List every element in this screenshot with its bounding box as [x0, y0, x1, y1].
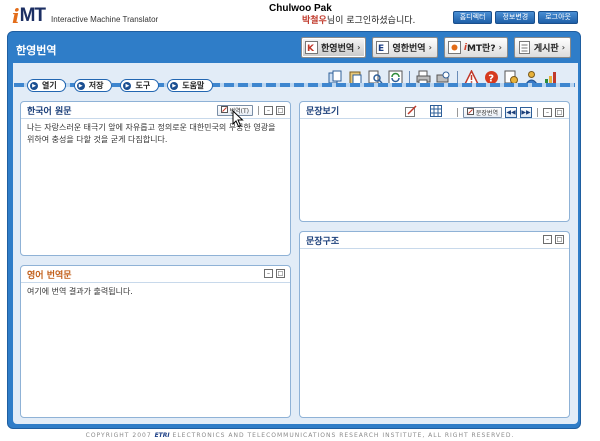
- sentence-structure-controls: – □: [543, 235, 564, 244]
- imt-logo[interactable]: i MT Interactive Machine Translator: [12, 4, 159, 28]
- menu-open-button[interactable]: ▶ 열기: [27, 79, 66, 92]
- edit-icon: [466, 108, 474, 117]
- next-icon[interactable]: ▶▶: [520, 107, 532, 118]
- edit-info-button[interactable]: 정보변경: [495, 11, 536, 24]
- sentence-translate-button[interactable]: 문장번역: [462, 107, 502, 118]
- controls-separator: [537, 108, 538, 117]
- board-icon: [518, 41, 531, 54]
- tab-korean-english[interactable]: K 한영번역 ›: [301, 37, 367, 58]
- sentence-translate-label: 문장번역: [475, 110, 498, 117]
- minimize-icon[interactable]: –: [543, 108, 552, 117]
- edit-icon: [220, 106, 228, 115]
- menu-help-button[interactable]: ▶ 도움말: [167, 79, 214, 92]
- edit-pencil-icon[interactable]: [404, 105, 417, 120]
- source-text-area[interactable]: 나는 자랑스러운 태극기 앞에 자유롭고 정의로운 대한민국의 무궁한 영광을 …: [27, 122, 284, 146]
- menu-open-label: 열기: [42, 81, 57, 90]
- maximize-icon[interactable]: □: [276, 106, 285, 115]
- sentence-view-panel: 문장보기 문장번역 ◀◀ ▶▶ – □: [299, 101, 570, 222]
- logo-mt: MT: [19, 5, 46, 26]
- maximize-icon[interactable]: □: [276, 269, 285, 278]
- tab-korean-english-label: 한영번역: [321, 44, 355, 54]
- chevron-right-icon: ›: [561, 43, 565, 52]
- chevron-right-icon: ›: [498, 43, 502, 52]
- controls-separator: [258, 106, 259, 115]
- tab-english-korean-label: 영한번역: [392, 44, 426, 54]
- tab-what-is-imt-label: MT란?: [466, 44, 496, 54]
- tab-board[interactable]: 게시판 ›: [513, 37, 571, 58]
- previous-icon[interactable]: ◀◀: [505, 107, 517, 118]
- sentence-structure-header: 문장구조: [300, 232, 569, 249]
- top-buttons: 홈디렉터 정보변경 로그아웃: [452, 11, 578, 24]
- app-window: i MT Interactive Machine Translator Chul…: [0, 0, 600, 441]
- sentence-structure-panel: 문장구조 – □: [299, 231, 570, 418]
- home-director-button[interactable]: 홈디렉터: [452, 11, 493, 24]
- menu-help-label: 도움말: [182, 81, 205, 90]
- logout-button[interactable]: 로그아웃: [538, 11, 578, 24]
- controls-separator: [456, 108, 458, 117]
- logo-i: i: [12, 4, 20, 28]
- target-panel-controls: – □: [264, 269, 285, 278]
- svg-text:E: E: [378, 44, 384, 54]
- menu-save-button[interactable]: ▶ 저장: [73, 79, 113, 92]
- chevron-right-icon: ›: [357, 43, 361, 52]
- minimize-icon[interactable]: –: [264, 269, 273, 278]
- korean-english-icon: K: [305, 41, 319, 54]
- login-message-suffix: 님이 로그인하셨습니다.: [326, 16, 416, 26]
- source-panel-controls: 번역(T) – □: [216, 105, 285, 116]
- source-panel-title: 한국어 원문: [27, 106, 72, 117]
- logo-subtitle: Interactive Machine Translator: [51, 15, 159, 24]
- play-icon: ▶: [123, 81, 132, 90]
- target-panel-header: 영어 번역문: [21, 266, 290, 283]
- tab-what-is-imt[interactable]: i MT란? ›: [443, 37, 508, 58]
- minimize-icon[interactable]: –: [543, 235, 552, 244]
- tab-board-label: 게시판: [533, 44, 559, 54]
- mouse-cursor-icon: [232, 110, 244, 128]
- info-icon: [447, 41, 461, 54]
- sentence-view-controls: 문장번역 ◀◀ ▶▶ – □: [404, 105, 564, 120]
- chevron-right-icon: ›: [428, 43, 432, 52]
- etri-logo: ETRI: [154, 432, 170, 439]
- footer: COPYRIGHT 2007 ETRI ELECTRONICS AND TELE…: [0, 432, 600, 439]
- footer-prefix: COPYRIGHT 2007: [85, 432, 152, 439]
- tab-english-korean[interactable]: E 영한번역 ›: [372, 37, 438, 58]
- sentence-view-title: 문장보기: [306, 106, 340, 117]
- svg-text:K: K: [307, 44, 315, 54]
- grid-view-icon[interactable]: [429, 105, 442, 120]
- minimize-icon[interactable]: –: [264, 106, 273, 115]
- maximize-icon[interactable]: □: [555, 108, 564, 117]
- menu-tools-label: 도구: [135, 81, 151, 90]
- nav-tabs: K 한영번역 › E 영한번역 › i MT란? › 게시판 ›: [301, 37, 571, 58]
- play-icon: ▶: [170, 81, 179, 90]
- login-message: 박철우님이 로그인하셨습니다.: [302, 13, 415, 26]
- play-icon: ▶: [30, 81, 38, 90]
- maximize-icon[interactable]: □: [555, 235, 564, 244]
- login-message-name: 박철우: [302, 16, 327, 26]
- english-korean-icon: E: [376, 41, 390, 54]
- footer-suffix: ELECTRONICS AND TELECOMMUNICATIONS RESEA…: [172, 432, 515, 439]
- play-icon: ▶: [76, 81, 85, 90]
- sentence-structure-title: 문장구조: [306, 236, 340, 247]
- page-title: 한영번역: [16, 44, 57, 57]
- target-panel-title: 영어 번역문: [27, 270, 72, 281]
- source-panel: 한국어 원문 번역(T) – □ 나는 자랑스러운 태극기 앞에 자유롭고 정의…: [20, 101, 291, 256]
- menu-save-label: 저장: [88, 81, 104, 90]
- title-bar: 한영번역 K 한영번역 › E 영한번역 › i MT란? › 게시판 ›: [10, 35, 577, 63]
- menu-bar: ▶ 열기 ▶ 저장 ▶ 도구 ▶ 도움말: [27, 79, 214, 92]
- target-panel: 영어 번역문 – □ 여기에 번역 결과가 출력됩니다.: [20, 265, 291, 418]
- target-text-area[interactable]: 여기에 번역 결과가 출력됩니다.: [27, 286, 284, 298]
- menu-tools-button[interactable]: ▶ 도구: [120, 79, 160, 92]
